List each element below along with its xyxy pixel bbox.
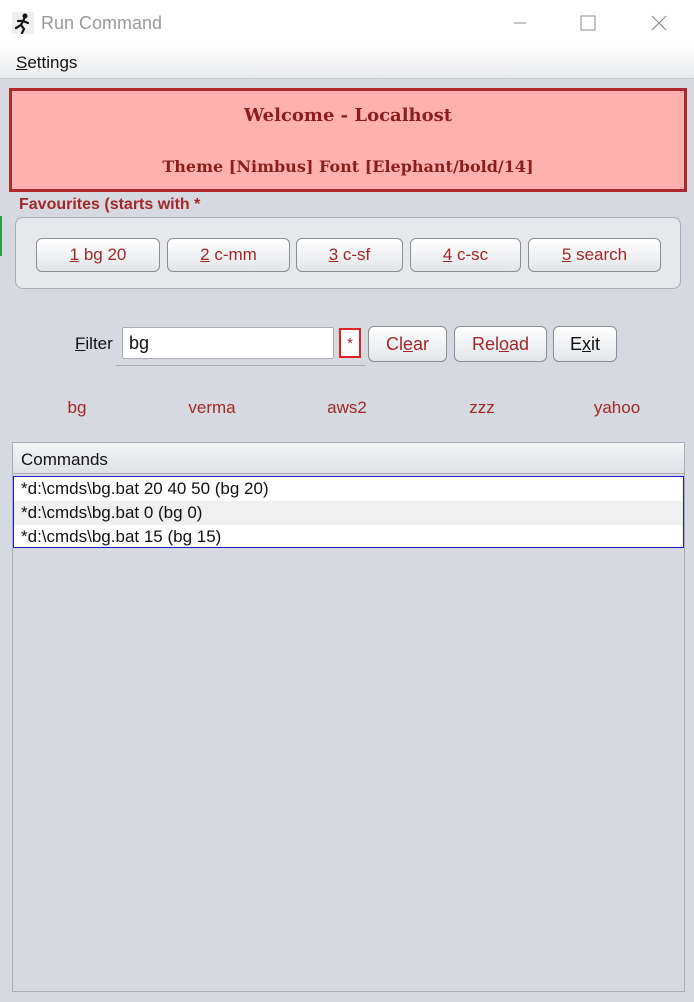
maximize-icon	[580, 15, 596, 31]
table-row[interactable]: *d:\cmds\bg.bat 0 (bg 0)	[14, 501, 683, 525]
close-icon	[651, 15, 667, 31]
wildcard-button[interactable]: *	[339, 328, 361, 358]
left-edge-indicator	[0, 216, 2, 256]
filter-input[interactable]	[122, 327, 334, 359]
commands-column-header[interactable]: Commands	[13, 443, 684, 474]
window-title: Run Command	[41, 13, 163, 33]
favourites-label: Favourites (starts with *	[19, 196, 201, 213]
menu-settings-mnemonic: S	[16, 53, 28, 72]
favourite-button-4[interactable]: 4 c-sc	[410, 238, 521, 272]
favourites-panel: 1 bg 20 2 c-mm 3 c-sf 4 c-sc 5 search	[15, 217, 681, 289]
close-button[interactable]	[636, 0, 682, 46]
clear-label-pre: Cl	[385, 333, 403, 354]
table-row[interactable]: *d:\cmds\bg.bat 15 (bg 15)	[14, 525, 683, 549]
menu-settings[interactable]: Settings	[16, 53, 77, 73]
favourite-button-1[interactable]: 1 bg 20	[36, 238, 160, 272]
favourite-label: c-mm	[209, 245, 257, 264]
favourite-button-5[interactable]: 5 search	[528, 238, 661, 272]
banner-title: Welcome - Localhost	[243, 105, 453, 126]
favourite-key: 2	[200, 245, 210, 264]
quick-link-bg[interactable]: bg	[32, 398, 122, 418]
filter-label-text: ilter	[85, 334, 113, 353]
clear-label-mnemonic: e	[402, 333, 413, 354]
exit-label-pre: E	[569, 333, 582, 354]
filter-label: Filter	[75, 334, 113, 354]
maximize-button[interactable]	[565, 0, 611, 46]
favourite-key: 1	[69, 245, 80, 264]
welcome-banner: Welcome - Localhost Theme [Nimbus] Font …	[9, 88, 687, 192]
menu-settings-label: ettings	[27, 53, 78, 72]
minimize-button[interactable]	[497, 0, 543, 46]
favourite-button-2[interactable]: 2 c-mm	[167, 238, 290, 272]
clear-button[interactable]: Cl e ar	[368, 326, 447, 362]
app-window: Run Command Settings Welcome - Localhost…	[0, 0, 694, 1002]
table-row[interactable]: *d:\cmds\bg.bat 20 40 50 (bg 20)	[14, 477, 683, 501]
favourite-key: 5	[561, 245, 572, 264]
clear-label-post: ar	[413, 333, 430, 354]
reload-label-post: ad	[509, 333, 530, 354]
exit-label-mnemonic: x	[582, 333, 591, 354]
banner-subtitle: Theme [Nimbus] Font [Elephant/bold/14]	[162, 157, 534, 176]
title-bar[interactable]: Run Command	[0, 0, 694, 46]
reload-label-pre: Rel	[471, 333, 499, 354]
minimize-icon	[514, 22, 526, 24]
quick-link-zzz[interactable]: zzz	[437, 398, 527, 418]
favourite-label: bg 20	[79, 245, 127, 264]
favourite-label: c-sf	[338, 245, 371, 264]
favourite-label: c-sc	[452, 245, 489, 264]
commands-list: *d:\cmds\bg.bat 20 40 50 (bg 20) *d:\cmd…	[13, 476, 684, 548]
filter-underline	[116, 365, 366, 366]
filter-label-mnemonic: F	[75, 334, 86, 353]
favourite-button-3[interactable]: 3 c-sf	[296, 238, 403, 272]
reload-label-mnemonic: o	[498, 333, 509, 354]
commands-table: Commands *d:\cmds\bg.bat 20 40 50 (bg 20…	[12, 442, 685, 992]
quick-link-aws2[interactable]: aws2	[302, 398, 392, 418]
running-man-icon	[12, 12, 34, 34]
quick-link-verma[interactable]: verma	[167, 398, 257, 418]
quick-link-yahoo[interactable]: yahoo	[572, 398, 662, 418]
exit-label-post: it	[591, 333, 600, 354]
favourite-key: 4	[442, 245, 453, 264]
favourite-key: 3	[328, 245, 339, 264]
commands-header-label: Commands	[21, 450, 108, 469]
favourite-label: search	[571, 245, 628, 264]
reload-button[interactable]: Rel o ad	[454, 326, 547, 362]
exit-button[interactable]: Ex it	[553, 326, 617, 362]
menu-bar: Settings	[0, 46, 694, 79]
